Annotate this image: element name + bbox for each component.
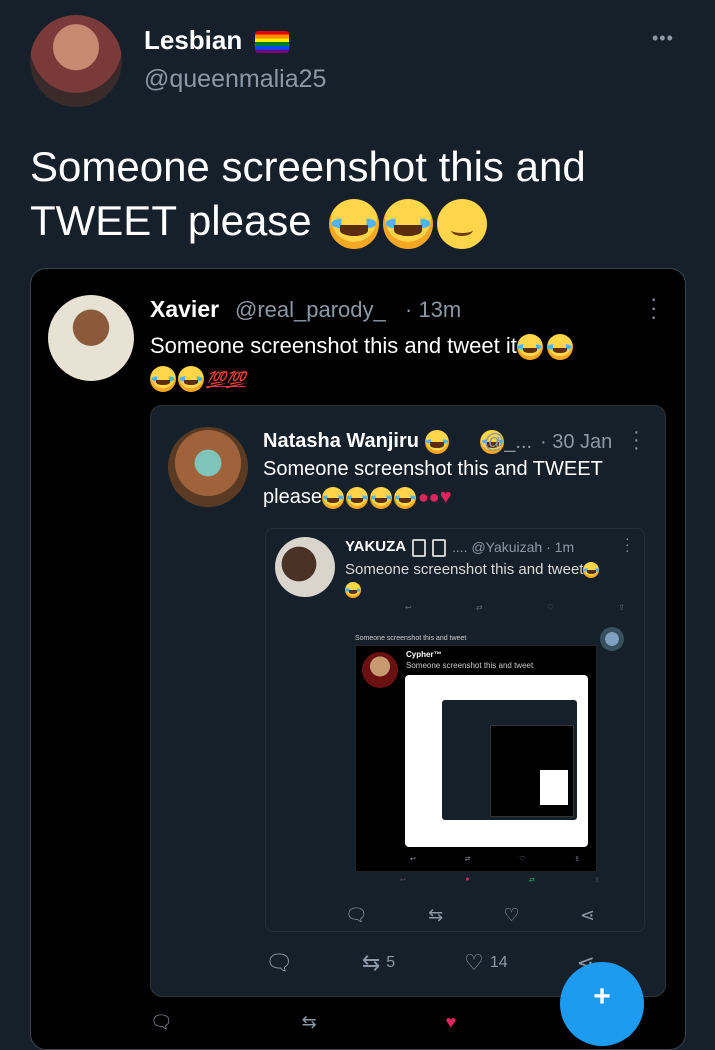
deep-outer-like-icon: ⇄ — [528, 877, 535, 884]
phone-emoji-icon — [412, 539, 426, 557]
tiny-reply-icon[interactable]: ↩ — [405, 603, 412, 612]
phone-emoji-icon — [432, 539, 446, 557]
laughing-emoji-icon — [516, 334, 543, 361]
laughing-emoji-icon — [329, 198, 380, 249]
reply-icon[interactable]: 🗨 — [150, 1012, 173, 1033]
lips-emoji-icon: ●● — [417, 487, 440, 507]
retweet-button[interactable]: ⇆ 5 — [362, 950, 395, 976]
natasha-text-line2-wrap: please ●●♥ — [263, 486, 452, 509]
like-icon[interactable]: ♥ — [445, 1012, 456, 1033]
natasha-actions: 🗨 ⇆ 5 ♡ 14 ⋖ — [265, 950, 595, 976]
laughing-emoji-icon — [150, 366, 176, 393]
xavier-handle[interactable]: @real_parody_ — [235, 297, 386, 323]
laughing-emoji-icon — [383, 198, 434, 249]
hundred-emoji-icon: 💯💯 — [206, 372, 246, 389]
natasha-text-line1: Someone screenshot this and TWEET — [263, 458, 603, 480]
avatar-natasha[interactable] — [168, 427, 248, 507]
yakuza-handle[interactable]: .... @Yakuizah · 1m — [452, 539, 574, 555]
deep-retweet-icon: ⇄ — [464, 856, 471, 863]
deep-cypher-text: Someone screenshot this and tweet — [406, 661, 534, 670]
natasha-handle[interactable]: @_... — [484, 431, 532, 454]
yakuza-display-name[interactable]: YAKUZA — [345, 538, 406, 555]
tiny-retweet-icon[interactable]: ⇄ — [476, 603, 483, 612]
deep-like-icon: ♡ — [519, 856, 526, 863]
laughing-emoji-icon — [345, 582, 361, 599]
avatar-yakuza[interactable] — [275, 537, 335, 597]
laughing-emoji-icon — [178, 366, 204, 393]
smiling-emoji-icon — [437, 198, 488, 249]
compose-tweet-button[interactable]: + — [560, 962, 644, 1046]
main-display-name[interactable]: Lesbian — [144, 25, 242, 56]
like-count: 14 — [489, 954, 508, 971]
rainbow-flag-icon — [255, 31, 289, 53]
heart-eyes-emoji-icon — [393, 486, 416, 509]
xavier-display-name[interactable]: Xavier — [150, 296, 219, 323]
laughing-emoji-icon — [583, 562, 600, 579]
retweet-icon: ⇆ — [361, 950, 381, 975]
main-handle[interactable]: @queenmalia25 — [144, 65, 326, 94]
xavier-more-icon[interactable]: · · · — [650, 288, 657, 328]
deep-outer-share-icon: ⇪ — [594, 877, 600, 884]
deep-action-row: ↩ ⇄ ♡ ⇪ — [410, 855, 580, 863]
tiny-like-icon[interactable]: ♡ — [547, 603, 554, 612]
share-icon[interactable]: ⋖ — [580, 905, 595, 926]
main-tweet-text-content: Someone screenshot this and TWEET please — [30, 143, 586, 244]
deep-avatar-cypher — [362, 652, 398, 688]
retweet-icon[interactable]: ⇆ — [302, 1012, 317, 1033]
reply-icon[interactable]: 🗨 — [345, 905, 368, 926]
like-icon[interactable]: ♡ — [503, 905, 519, 926]
yakuza-text: Someone screenshot this and tweet — [345, 561, 584, 578]
laughing-emoji-icon — [345, 486, 368, 509]
like-icon: ♡ — [464, 950, 484, 975]
yakuza-actions: 🗨 ⇆ ♡ ⋖ — [345, 905, 595, 926]
deep-outer-reply-icon: ↩ — [400, 877, 406, 884]
deep-cypher-name: Cypher™ — [406, 650, 442, 659]
laughing-emoji-icon — [546, 334, 573, 361]
retweet-count: 5 — [386, 954, 396, 971]
deep-avatar — [600, 627, 624, 651]
plus-icon: + — [593, 980, 611, 1013]
reply-icon[interactable]: 🗨 — [265, 950, 293, 976]
deep-screenshot-caption: Someone screenshot this and tweet — [355, 635, 467, 642]
yakuza-more-icon[interactable]: · · · — [625, 531, 630, 557]
retweet-icon[interactable]: ⇆ — [428, 905, 443, 926]
natasha-more-icon[interactable]: · · · — [633, 422, 640, 458]
deep-outer-action-row: ↩ ● ⇄ ⇪ — [400, 876, 600, 884]
natasha-time: · 30 Jan — [540, 431, 613, 453]
deep-share-icon: ⇪ — [574, 856, 580, 863]
xavier-tweet-text: Someone screenshot this and tweet it 💯💯 — [150, 330, 660, 397]
avatar-xavier[interactable] — [48, 295, 134, 381]
xavier-text-content: Someone screenshot this and tweet it — [150, 333, 517, 358]
natasha-display-name[interactable]: Natasha Wanjiru — [263, 430, 419, 453]
yakuza-action-row: ↩ ⇄ ♡ ⇪ — [405, 603, 625, 612]
tiny-share-icon[interactable]: ⇪ — [618, 603, 625, 612]
more-options-icon[interactable]: ••• — [652, 28, 674, 49]
xavier-actions-partial: 🗨 ⇆ ♥ ⋖ — [150, 1012, 600, 1033]
kissing-emoji-icon — [425, 430, 449, 454]
laughing-emoji-icon — [321, 486, 344, 509]
deep-innermost — [540, 770, 568, 805]
main-tweet-text: Someone screenshot this and TWEET please — [30, 140, 670, 249]
heart-eyes-emoji-icon — [369, 486, 392, 509]
like-button[interactable]: ♡ 14 — [464, 950, 508, 976]
natasha-text-line2: please — [263, 486, 322, 508]
deep-outer-retweet-icon: ● — [465, 876, 470, 883]
yakuza-text-wrap: Someone screenshot this and tweet — [345, 560, 635, 600]
deep-reply-icon: ↩ — [410, 856, 416, 863]
xavier-time: · 13m — [405, 297, 462, 322]
heart-emoji-icon: ♥ — [439, 486, 452, 508]
avatar-queenmalia[interactable] — [30, 15, 122, 107]
